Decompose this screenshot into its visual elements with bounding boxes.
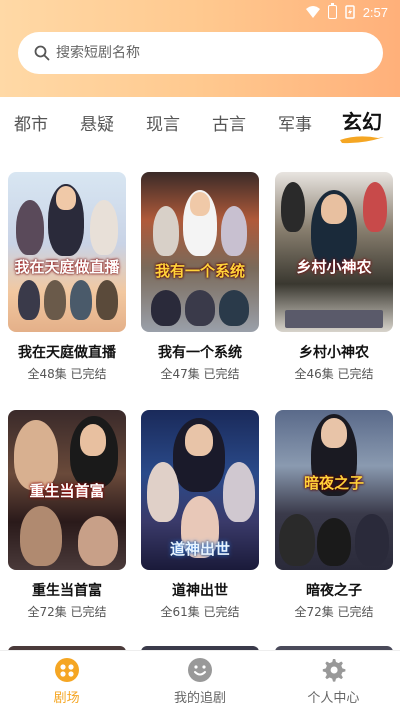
drama-episodes: 全72集 已完结 xyxy=(27,605,107,619)
drama-poster[interactable]: 暗夜之子 xyxy=(275,410,393,570)
drama-title: 暗夜之子 xyxy=(306,583,362,599)
poster-title: 暗夜之子 xyxy=(303,474,364,492)
tab-guyan[interactable]: 古言 xyxy=(212,110,246,135)
tab-xuanyi[interactable]: 悬疑 xyxy=(80,110,114,135)
battery-charging-icon xyxy=(344,5,355,19)
drama-title: 我在天庭做直播 xyxy=(18,345,116,361)
drama-title: 乡村小神农 xyxy=(299,345,369,361)
drama-card[interactable]: 道神出世 道神出世 全61集 已完结 xyxy=(141,410,259,620)
poster-title: 乡村小神农 xyxy=(296,258,372,276)
drama-card[interactable]: 我在天庭做直播 我在天庭做直播 全48集 已完结 xyxy=(8,172,126,382)
drama-poster[interactable]: 我在天庭做直播 xyxy=(8,172,126,332)
active-tab-indicator xyxy=(340,136,384,144)
drama-card[interactable]: 我有一个系统 我有一个系统 全47集 已完结 xyxy=(141,172,259,382)
drama-episodes: 全46集 已完结 xyxy=(294,367,374,381)
header: 2:57 xyxy=(0,0,400,97)
tab-xianyan[interactable]: 现言 xyxy=(146,110,180,135)
poster-title: 重生当首富 xyxy=(29,482,105,500)
category-tabs: 都市 悬疑 现言 古言 军事 玄幻 xyxy=(0,97,400,153)
drama-episodes: 全48集 已完结 xyxy=(27,367,107,381)
nav-theater-label: 剧场 xyxy=(53,691,80,706)
drama-title: 我有一个系统 xyxy=(158,345,242,361)
bottom-navigation: 剧场 我的追剧 个人中心 xyxy=(0,650,400,712)
nav-theater[interactable]: 剧场 xyxy=(0,651,133,712)
search-input[interactable] xyxy=(56,45,336,61)
nav-my-follows[interactable]: 我的追剧 xyxy=(133,651,266,712)
tab-junshi[interactable]: 军事 xyxy=(278,110,312,135)
poster-title: 道神出世 xyxy=(169,540,230,558)
nav-profile[interactable]: 个人中心 xyxy=(267,651,400,712)
theater-icon xyxy=(54,658,79,682)
drama-poster[interactable]: 乡村小神农 xyxy=(275,172,393,332)
drama-poster[interactable]: 我有一个系统 xyxy=(141,172,259,332)
drama-poster[interactable]: 道神出世 xyxy=(141,410,259,570)
battery-icon xyxy=(327,3,337,19)
search-icon xyxy=(34,45,50,61)
smiley-icon xyxy=(187,658,212,682)
search-bar[interactable] xyxy=(18,32,383,74)
tab-xuanhuan-label: 玄幻 xyxy=(342,110,382,134)
drama-title: 道神出世 xyxy=(172,583,228,599)
tab-xuanhuan[interactable]: 玄幻 xyxy=(340,106,384,144)
poster-title: 我有一个系统 xyxy=(154,262,245,280)
nav-my-follows-label: 我的追剧 xyxy=(173,691,226,706)
drama-title: 重生当首富 xyxy=(32,583,102,599)
drama-card[interactable]: 重生当首富 重生当首富 全72集 已完结 xyxy=(8,410,126,620)
drama-poster[interactable]: 重生当首富 xyxy=(8,410,126,570)
tab-dushi[interactable]: 都市 xyxy=(14,110,48,135)
gear-icon xyxy=(323,659,346,682)
poster-title: 我在天庭做直播 xyxy=(14,258,120,276)
status-time: 2:57 xyxy=(362,4,388,20)
wifi-icon xyxy=(305,6,320,18)
drama-episodes: 全61集 已完结 xyxy=(160,605,240,619)
drama-card[interactable]: 暗夜之子 暗夜之子 全72集 已完结 xyxy=(275,410,393,620)
drama-episodes: 全47集 已完结 xyxy=(160,367,240,381)
drama-episodes: 全72集 已完结 xyxy=(294,605,374,619)
nav-profile-label: 个人中心 xyxy=(307,691,360,706)
status-bar: 2:57 xyxy=(0,0,400,24)
drama-card[interactable]: 乡村小神农 乡村小神农 全46集 已完结 xyxy=(275,172,393,382)
